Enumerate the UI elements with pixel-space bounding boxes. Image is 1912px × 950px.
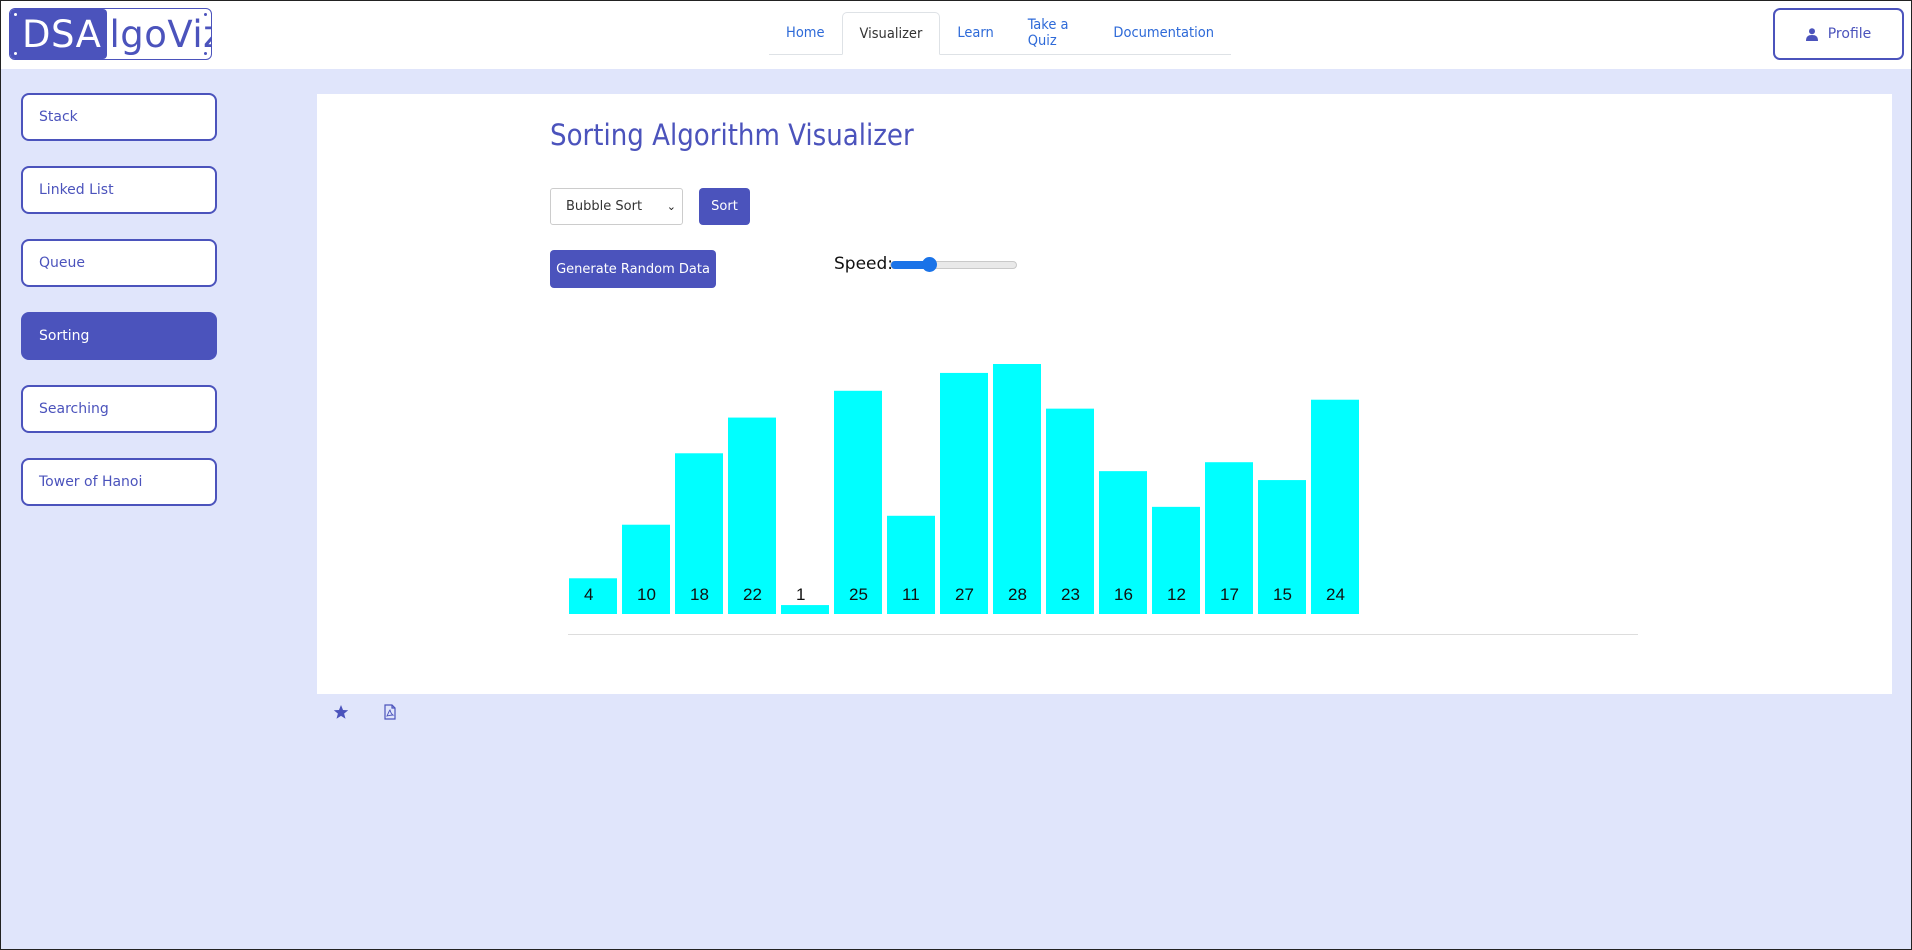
profile-button[interactable]: Profile — [1773, 8, 1904, 60]
logo-prefix: DSA — [10, 9, 108, 59]
chart-baseline — [568, 634, 1638, 635]
star-icon[interactable] — [333, 704, 349, 720]
app-logo[interactable]: DSA lgoViz — [9, 8, 212, 60]
sidebar-item-tower-of-hanoi[interactable]: Tower of Hanoi — [21, 458, 217, 506]
bar-label-6: 11 — [902, 585, 920, 604]
algorithm-select-value: Bubble Sort — [566, 199, 643, 214]
bar-label-5: 25 — [849, 585, 868, 604]
sidebar-item-searching[interactable]: Searching — [21, 385, 217, 433]
bar-label-0: 4 — [584, 585, 593, 604]
profile-label: Profile — [1827, 26, 1872, 42]
bar-chart: 4 10 18 22 1 25 11 27 28 23 16 12 17 15 24 — [569, 364, 1359, 614]
bar-8 — [993, 364, 1041, 614]
sidebar-item-sorting[interactable]: Sorting — [21, 312, 217, 360]
bar-label-13: 15 — [1273, 585, 1292, 604]
speed-slider-thumb[interactable] — [922, 257, 938, 272]
bar-label-14: 24 — [1326, 585, 1345, 604]
nav-documentation[interactable]: Documentation — [1096, 12, 1231, 54]
sort-button[interactable]: Sort — [699, 188, 750, 225]
speed-label: Speed: — [834, 254, 894, 274]
nav-home[interactable]: Home — [769, 12, 842, 54]
bar-9 — [1046, 408, 1094, 614]
bar-14 — [1311, 399, 1359, 614]
logo-suffix: lgoViz — [109, 12, 212, 56]
bar-label-4: 1 — [796, 585, 805, 604]
generate-random-data-button[interactable]: Generate Random Data — [550, 250, 716, 288]
algorithm-select[interactable]: Bubble Sort ⌄ — [550, 188, 683, 225]
visualizer-panel: Sorting Algorithm Visualizer Bubble Sort… — [317, 94, 1892, 694]
bar-4 — [781, 605, 829, 614]
sidebar: Stack Linked List Queue Sorting Searchin… — [21, 93, 217, 531]
nav-learn[interactable]: Learn — [940, 12, 1010, 54]
sidebar-item-stack[interactable]: Stack — [21, 93, 217, 141]
footer-icons — [333, 704, 398, 720]
nav-visualizer[interactable]: Visualizer — [841, 12, 941, 55]
bar-label-10: 16 — [1114, 585, 1133, 604]
logo-dot — [14, 52, 17, 55]
page-title: Sorting Algorithm Visualizer — [550, 118, 914, 152]
bar-label-8: 28 — [1008, 585, 1027, 604]
bar-label-2: 18 — [690, 585, 709, 604]
main-nav: Home Visualizer Learn Take a Quiz Docume… — [769, 12, 1231, 55]
logo-dot — [204, 13, 207, 16]
logo-dot — [204, 52, 207, 55]
user-icon — [1805, 27, 1818, 41]
logo-dot — [14, 13, 17, 16]
sidebar-item-queue[interactable]: Queue — [21, 239, 217, 287]
pdf-file-icon[interactable] — [382, 704, 398, 720]
top-header: DSA lgoViz Home Visualizer Learn Take a … — [1, 1, 1911, 69]
bar-label-9: 23 — [1061, 585, 1080, 604]
speed-slider[interactable] — [890, 257, 1017, 272]
bar-7 — [940, 372, 988, 614]
chevron-down-icon: ⌄ — [666, 200, 676, 213]
bar-label-1: 10 — [637, 585, 656, 604]
nav-take-a-quiz[interactable]: Take a Quiz — [1011, 12, 1097, 54]
bar-label-3: 22 — [743, 585, 762, 604]
bar-label-12: 17 — [1220, 585, 1239, 604]
bar-label-7: 27 — [955, 585, 974, 604]
bar-5 — [834, 390, 882, 614]
bar-label-11: 12 — [1167, 585, 1186, 604]
sidebar-item-linked-list[interactable]: Linked List — [21, 166, 217, 214]
